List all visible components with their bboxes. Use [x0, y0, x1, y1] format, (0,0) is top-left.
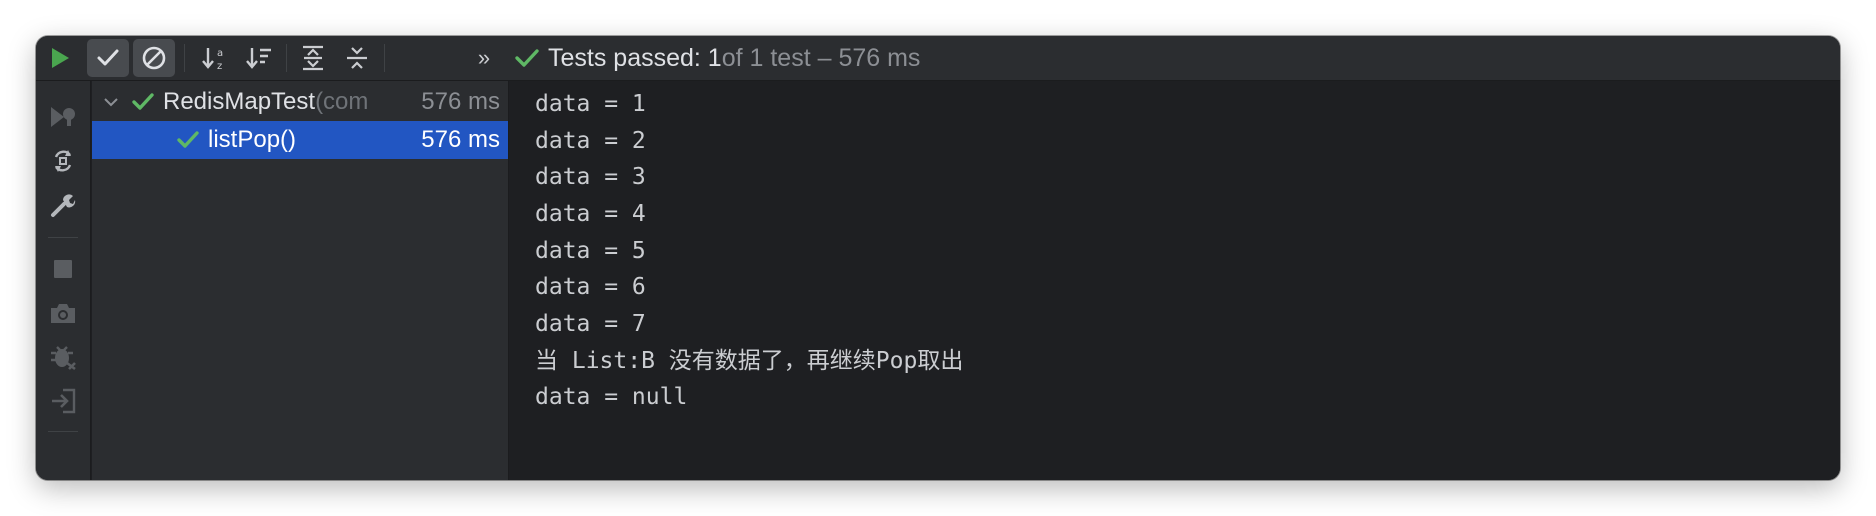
checkmark-icon: [97, 49, 119, 66]
screenshot-button[interactable]: [36, 293, 90, 333]
run-button[interactable]: [42, 36, 78, 80]
sort-alpha-button[interactable]: a z: [194, 36, 236, 80]
chevron-down-icon[interactable]: [103, 96, 119, 108]
svg-text:z: z: [217, 61, 222, 72]
sort-duration-button[interactable]: [238, 36, 280, 80]
debug-button[interactable]: [36, 337, 90, 377]
ignored-icon: [142, 46, 166, 70]
side-toolbar: [36, 81, 91, 480]
passed-check-icon: [515, 49, 539, 67]
test-tree: RedisMapTest (com 576 ms listPop() 576 m…: [92, 81, 509, 480]
console-line: 当 List:B 没有数据了，再继续Pop取出: [535, 348, 964, 374]
test-status: Tests passed: 1 of 1 test – 576 ms: [514, 36, 920, 80]
passed-check-icon: [177, 131, 199, 148]
stop-button[interactable]: [36, 249, 90, 289]
show-ignored-button[interactable]: [133, 39, 175, 77]
rerun-toggle-icon: [54, 150, 72, 172]
test-class-package: (com: [315, 88, 369, 115]
passed-check-icon: [132, 93, 154, 110]
stop-icon: [54, 260, 72, 278]
rerun-failed-button[interactable]: [36, 97, 90, 137]
tree-test-node[interactable]: listPop() 576 ms: [92, 121, 508, 159]
test-class-name: RedisMapTest: [163, 88, 316, 115]
console-output[interactable]: data = 1 data = 2 data = 3 data = 4 data…: [509, 81, 1840, 480]
svg-text:a: a: [217, 48, 223, 59]
console-line: data = 6: [535, 274, 646, 300]
test-runner-window: a z » Tests passed: 1 of 1 test – 576 ms…: [36, 36, 1840, 480]
expand-all-icon: [303, 45, 323, 71]
settings-wrench-icon: [51, 194, 76, 217]
collapse-all-button[interactable]: [336, 36, 378, 80]
console-line: data = 1: [535, 91, 646, 117]
run-icon: [52, 48, 69, 68]
test-method-name: listPop(): [208, 126, 297, 153]
console-line: data = null: [535, 384, 688, 410]
export-button[interactable]: [36, 381, 90, 421]
expand-all-button[interactable]: [292, 36, 334, 80]
settings-button[interactable]: [36, 185, 90, 225]
more-icon: »: [477, 45, 491, 70]
test-class-duration: 576 ms: [415, 88, 500, 116]
export-icon: [52, 388, 76, 414]
sort-alpha-icon: a z: [202, 48, 223, 72]
sort-duration-icon: [246, 48, 271, 69]
status-summary-text: of 1 test – 576 ms: [721, 43, 921, 72]
console-line: data = 4: [535, 201, 646, 227]
console-line: data = 7: [535, 311, 646, 337]
show-passed-button[interactable]: [87, 39, 129, 77]
console-line: data = 2: [535, 128, 646, 154]
camera-icon: [51, 304, 75, 323]
rerun-toggle-button[interactable]: [36, 141, 90, 181]
console-line: data = 3: [535, 164, 646, 190]
tree-root-node[interactable]: RedisMapTest (com 576 ms: [92, 83, 508, 121]
console-line: data = 5: [535, 238, 646, 264]
more-button[interactable]: »: [472, 36, 496, 80]
debug-icon: [51, 346, 76, 371]
collapse-all-icon: [347, 47, 367, 69]
status-passed-text: Tests passed: 1: [548, 43, 722, 72]
test-method-duration: 576 ms: [421, 126, 500, 153]
toolbar: a z » Tests passed: 1 of 1 test – 576 ms: [36, 36, 1840, 81]
rerun-failed-icon: [51, 107, 75, 127]
